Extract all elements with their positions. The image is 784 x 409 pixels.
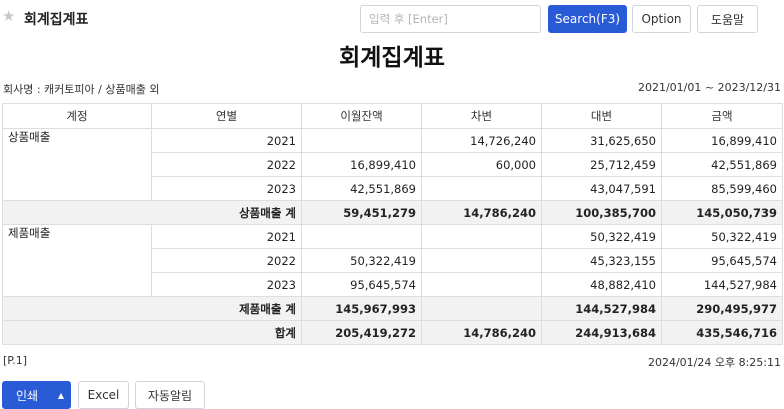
subtotal-row: 상품매출 계 59,451,279 14,786,240 100,385,700… (2, 200, 783, 225)
account-cell: 제품매출 (2, 224, 152, 297)
auto-notify-button[interactable]: 자동알림 (135, 381, 205, 409)
credit-cell: 31,625,650 (541, 128, 662, 153)
subtotal-row: 제품매출 계 145,967,993 144,527,984 290,495,9… (2, 296, 783, 321)
total-carryover: 205,419,272 (301, 320, 422, 345)
table-row: 제품매출 2021 50,322,419 50,322,419 (2, 224, 783, 297)
search-button[interactable]: Search(F3) (548, 5, 627, 33)
subtotal-amount: 145,050,739 (661, 200, 783, 225)
year-cell: 2021 (151, 224, 302, 249)
debit-cell (421, 272, 542, 297)
carryover-cell: 50,322,419 (301, 248, 422, 273)
print-button-label: 인쇄 (16, 388, 39, 403)
total-debit: 14,786,240 (421, 320, 542, 345)
help-button[interactable]: 도움말 (697, 5, 758, 33)
subtotal-carryover: 59,451,279 (301, 200, 422, 225)
total-label: 합계 (2, 320, 302, 345)
carryover-cell (301, 224, 422, 249)
subtotal-credit: 144,527,984 (541, 296, 662, 321)
search-input[interactable] (360, 5, 541, 33)
page-number: [P.1] (3, 354, 27, 367)
total-row: 합계 205,419,272 14,786,240 244,913,684 43… (2, 320, 783, 345)
table-row: 상품매출 2021 14,726,240 31,625,650 16,899,4… (2, 128, 783, 201)
credit-cell: 45,323,155 (541, 248, 662, 273)
subtotal-label: 제품매출 계 (2, 296, 302, 321)
debit-cell (421, 248, 542, 273)
credit-cell: 25,712,459 (541, 152, 662, 177)
year-cell: 2022 (151, 248, 302, 273)
amount-cell: 144,527,984 (661, 272, 783, 297)
debit-cell: 14,726,240 (421, 128, 542, 153)
caret-up-icon[interactable]: ▲ (58, 392, 64, 400)
option-button[interactable]: Option (632, 5, 691, 33)
amount-cell: 50,322,419 (661, 224, 783, 249)
year-cell: 2022 (151, 152, 302, 177)
debit-cell: 60,000 (421, 152, 542, 177)
favorite-star-icon[interactable]: ★ (2, 8, 15, 24)
carryover-cell (301, 128, 422, 153)
credit-cell: 48,882,410 (541, 272, 662, 297)
column-header-carryover: 이월잔액 (301, 103, 422, 129)
debit-cell (421, 176, 542, 201)
amount-cell: 85,599,460 (661, 176, 783, 201)
subtotal-label: 상품매출 계 (2, 200, 302, 225)
column-header-debit: 차변 (421, 103, 542, 129)
subtotal-debit: 14,786,240 (421, 200, 542, 225)
debit-cell (421, 224, 542, 249)
year-cell: 2021 (151, 128, 302, 153)
subtotal-carryover: 145,967,993 (301, 296, 422, 321)
subtotal-credit: 100,385,700 (541, 200, 662, 225)
year-cell: 2023 (151, 272, 302, 297)
subtotal-debit (421, 296, 542, 321)
table-header-row: 계정 연별 이월잔액 차변 대변 금액 (2, 103, 783, 129)
column-header-amount: 금액 (661, 103, 783, 129)
report-period: 2021/01/01 ~ 2023/12/31 (637, 81, 781, 94)
amount-cell: 16,899,410 (661, 128, 783, 153)
account-cell: 상품매출 (2, 128, 152, 201)
year-cell: 2023 (151, 176, 302, 201)
credit-cell: 43,047,591 (541, 176, 662, 201)
summary-table: 계정 연별 이월잔액 차변 대변 금액 상품매출 2021 14,726,240… (2, 103, 783, 345)
credit-cell: 50,322,419 (541, 224, 662, 249)
subtotal-amount: 290,495,977 (661, 296, 783, 321)
carryover-cell: 42,551,869 (301, 176, 422, 201)
top-bar: ★ 회계집계표 Search(F3) Option 도움말 (0, 0, 784, 38)
excel-button[interactable]: Excel (78, 381, 129, 409)
print-button[interactable]: 인쇄 ▲ (2, 381, 71, 409)
page-title: 회계집계표 (24, 12, 89, 28)
carryover-cell: 16,899,410 (301, 152, 422, 177)
column-header-account: 계정 (2, 103, 152, 129)
amount-cell: 42,551,869 (661, 152, 783, 177)
total-credit: 244,913,684 (541, 320, 662, 345)
total-amount: 435,546,716 (661, 320, 783, 345)
company-info: 회사명 : 캐커토피아 / 상품매출 외 (3, 83, 160, 96)
column-header-credit: 대변 (541, 103, 662, 129)
amount-cell: 95,645,574 (661, 248, 783, 273)
column-header-year: 연별 (151, 103, 302, 129)
print-timestamp: 2024/01/24 오후 8:25:11 (647, 356, 781, 369)
report-title: 회계집계표 (339, 45, 445, 71)
carryover-cell: 95,645,574 (301, 272, 422, 297)
